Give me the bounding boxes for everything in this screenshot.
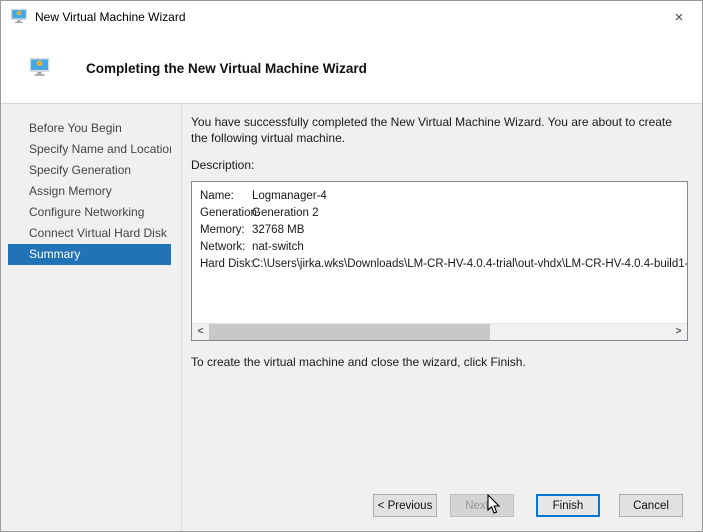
cancel-button[interactable]: Cancel <box>619 494 683 517</box>
summary-row-network: Network: nat-switch <box>200 239 687 256</box>
summary-row-value: nat-switch <box>252 241 304 253</box>
next-button[interactable]: Next > <box>450 494 514 517</box>
vm-summary-box: Name: Logmanager-4 Generation: Generatio… <box>191 181 688 341</box>
summary-row-value: C:\Users\jirka.wks\Downloads\LM-CR-HV-4.… <box>252 258 688 270</box>
intro-text: You have successfully completed the New … <box>191 115 672 145</box>
sidebar-item-specify-generation[interactable]: Specify Generation <box>8 160 171 181</box>
summary-row-generation: Generation: Generation 2 <box>200 205 687 222</box>
close-icon[interactable]: × <box>656 1 702 33</box>
window-title: New Virtual Machine Wizard <box>35 10 186 24</box>
vm-monitor-icon-large <box>29 57 50 80</box>
sidebar-item-connect-virtual-hard-disk[interactable]: Connect Virtual Hard Disk <box>8 223 171 244</box>
finish-hint-text: To create the virtual machine and close … <box>191 355 526 369</box>
vm-monitor-icon <box>11 8 27 27</box>
wizard-button-row: < Previous Next > Finish Cancel <box>373 494 683 517</box>
summary-row-label: Generation: <box>200 207 261 219</box>
summary-row-label: Network: <box>200 241 246 253</box>
page-title: Completing the New Virtual Machine Wizar… <box>86 60 367 76</box>
wizard-header: Completing the New Virtual Machine Wizar… <box>1 33 702 104</box>
scroll-left-icon[interactable]: < <box>192 324 209 340</box>
description-label: Description: <box>191 158 255 172</box>
summary-row-value: 32768 MB <box>252 224 305 236</box>
summary-row-value: Logmanager-4 <box>252 190 327 202</box>
title-bar: New Virtual Machine Wizard × <box>1 1 702 33</box>
summary-row-label: Memory: <box>200 224 245 236</box>
sidebar-item-assign-memory[interactable]: Assign Memory <box>8 181 171 202</box>
summary-row-label: Name: <box>200 190 234 202</box>
sidebar-item-before-you-begin[interactable]: Before You Begin <box>8 118 171 139</box>
wizard-dialog: New Virtual Machine Wizard × Completing … <box>0 0 703 532</box>
summary-row-label: Hard Disk: <box>200 258 254 270</box>
scrollbar-thumb[interactable] <box>209 324 491 340</box>
wizard-steps-sidebar: Before You Begin Specify Name and Locati… <box>1 104 182 531</box>
summary-row-hard-disk: Hard Disk: C:\Users\jirka.wks\Downloads\… <box>200 256 687 273</box>
sidebar-item-summary[interactable]: Summary <box>8 244 171 265</box>
summary-row-name: Name: Logmanager-4 <box>200 188 687 205</box>
horizontal-scrollbar[interactable]: < > <box>192 323 687 340</box>
summary-page-content: You have successfully completed the New … <box>182 104 702 531</box>
summary-row-memory: Memory: 32768 MB <box>200 222 687 239</box>
summary-row-value: Generation 2 <box>252 207 319 219</box>
previous-button[interactable]: < Previous <box>373 494 437 517</box>
finish-button[interactable]: Finish <box>536 494 600 517</box>
sidebar-item-configure-networking[interactable]: Configure Networking <box>8 202 171 223</box>
scrollbar-track[interactable] <box>209 324 670 340</box>
sidebar-item-specify-name-and-location[interactable]: Specify Name and Location <box>8 139 171 160</box>
scroll-right-icon[interactable]: > <box>670 324 687 340</box>
